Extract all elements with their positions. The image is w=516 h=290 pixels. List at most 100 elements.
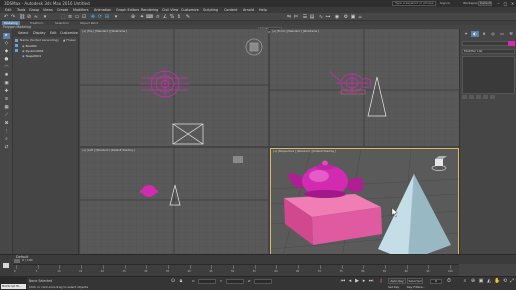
menu-create[interactable]: Create xyxy=(57,8,68,12)
z-coordinate-field[interactable] xyxy=(254,279,272,284)
hierarchy-icon[interactable]: ⋮ xyxy=(3,129,10,135)
key-filters-button[interactable]: Key Filters... xyxy=(407,285,425,289)
search-input[interactable]: Type a keyword or phrase xyxy=(392,1,436,6)
time-slider-handle[interactable] xyxy=(14,259,20,263)
viewport-left[interactable]: [+] [Left ] [Standard ] [Default Shading… xyxy=(80,148,268,254)
visibility-icon[interactable]: ◉ xyxy=(22,44,25,48)
viewport-label[interactable]: [+] [Front ] [Standard ] [Wireframe ] xyxy=(272,30,319,33)
layer-icon[interactable] xyxy=(3,263,9,268)
menu-animation[interactable]: Animation xyxy=(94,8,111,12)
modifier-list-dropdown[interactable]: Modifier List xyxy=(462,49,515,54)
reference-coordinate-icon[interactable]: ▾ xyxy=(113,14,119,20)
y-coordinate-field[interactable] xyxy=(226,279,244,284)
zoom-all-icon[interactable]: ⊕ xyxy=(470,278,476,284)
freeze-icon[interactable] xyxy=(15,44,18,47)
select-manipulate-icon[interactable]: ✦ xyxy=(139,14,145,20)
select-object-icon[interactable]: ⬚ xyxy=(60,14,66,20)
key-mode-select[interactable]: Selected xyxy=(407,278,423,284)
tab-selection[interactable]: Selection xyxy=(53,21,71,25)
viewport-label[interactable]: [+] [Top ] [Standard ] [Wireframe ] xyxy=(82,30,127,33)
layer-explorer-icon[interactable]: ☰ xyxy=(302,14,308,20)
workspace-select[interactable]: Default xyxy=(478,1,492,6)
filter-space-warps-icon[interactable]: ≋ xyxy=(3,97,10,103)
menu-arnold[interactable]: Arnold xyxy=(243,8,254,12)
zoom-icon[interactable]: ⌕ xyxy=(462,278,468,284)
configure-sets-icon[interactable] xyxy=(490,95,495,99)
menu-edit[interactable]: Edit xyxy=(5,8,12,12)
list-item[interactable]: ◉Teapot001 xyxy=(22,54,41,58)
align-icon[interactable]: ⊨ xyxy=(293,14,299,20)
bind-space-warp-icon[interactable]: ≈ xyxy=(33,14,39,20)
selection-lock-icon[interactable]: 🔒︎ xyxy=(178,278,184,284)
menu-views[interactable]: Views xyxy=(43,8,53,12)
menu-scripting[interactable]: Scripting xyxy=(203,8,218,12)
filter-geometry-icon[interactable]: ● xyxy=(3,57,10,63)
display-none-icon[interactable]: ◇ xyxy=(3,41,10,47)
viewport-label[interactable]: [+] [Perspective ] [Standard ] [Default … xyxy=(273,150,336,153)
set-key-icon[interactable]: ⚷ xyxy=(378,278,384,284)
percent-snap-icon[interactable]: % xyxy=(169,14,175,20)
material-editor-icon[interactable]: ◉ xyxy=(334,14,340,20)
show-end-result-icon[interactable] xyxy=(469,95,474,99)
go-to-start-icon[interactable]: ⏮ xyxy=(340,278,346,284)
toggle-ribbon-icon[interactable]: ▤ xyxy=(309,14,315,20)
render-setup-icon[interactable]: ⚙ xyxy=(343,14,349,20)
viewport-top[interactable]: [+] [Top ] [Standard ] [Wireframe ] xyxy=(80,29,268,146)
x-coordinate-field[interactable] xyxy=(198,279,216,284)
column-header-frozen[interactable]: ▲ Frozen xyxy=(63,38,76,42)
menu-civil-view[interactable]: Civil View xyxy=(162,8,178,12)
remove-modifier-icon[interactable] xyxy=(483,95,488,99)
sign-in-link[interactable]: Sign In xyxy=(440,1,450,5)
make-unique-icon[interactable] xyxy=(476,95,481,99)
rectangle-selection-icon[interactable]: ▭ xyxy=(74,14,80,20)
current-frame-field[interactable]: 0 xyxy=(430,279,442,284)
layer-name[interactable]: Default xyxy=(16,255,28,259)
select-tool-icon[interactable]: ▸ xyxy=(3,33,10,39)
auto-key-button[interactable]: Auto Key xyxy=(388,278,406,284)
go-to-end-icon[interactable]: ⏭ xyxy=(368,278,374,284)
modifier-stack[interactable] xyxy=(462,56,515,94)
zoom-extents-icon[interactable]: ▣ xyxy=(478,278,484,284)
scene-menu-select[interactable]: Select xyxy=(18,31,28,35)
window-crossing-icon[interactable]: ⊡ xyxy=(81,14,87,20)
column-header-name[interactable]: Name (Sorted Ascending) xyxy=(20,38,59,42)
maximize-icon[interactable]: □ xyxy=(503,1,508,6)
pivot-center-icon[interactable]: ⊕ xyxy=(130,14,136,20)
menu-graph-editors[interactable]: Graph Editors xyxy=(116,8,139,12)
edit-named-selection-icon[interactable]: ✎ xyxy=(185,14,191,20)
utilities-tab-icon[interactable]: ⚒ xyxy=(507,31,515,37)
play-icon[interactable]: ▶ xyxy=(354,278,360,284)
create-tab-icon[interactable]: ✦ xyxy=(462,31,470,37)
sync-selection-icon[interactable]: ⇄ xyxy=(3,145,10,151)
find-icon[interactable]: ⌕ xyxy=(3,137,10,143)
isolate-selection-icon[interactable]: ⊙ xyxy=(170,278,176,284)
display-tab-icon[interactable]: ▭ xyxy=(498,31,506,37)
modify-tab-icon[interactable]: ◐ xyxy=(471,31,479,37)
object-color-swatch[interactable] xyxy=(508,41,515,46)
tab-object-paint[interactable]: Object Paint xyxy=(78,21,100,25)
menu-help[interactable]: Help xyxy=(259,8,267,12)
viewport-front[interactable]: [+] [Front ] [Standard ] [Wireframe ] xyxy=(270,29,459,146)
rendered-frame-window-icon[interactable]: ▣ xyxy=(350,14,356,20)
filter-lights-icon[interactable]: ✺ xyxy=(3,73,10,79)
filter-cameras-icon[interactable]: ▣ xyxy=(3,81,10,87)
hierarchy-tab-icon[interactable]: ⋔ xyxy=(480,31,488,37)
filter-shapes-icon[interactable]: ◠ xyxy=(3,65,10,71)
visibility-icon[interactable]: ◉ xyxy=(22,49,25,53)
keyboard-shortcut-icon[interactable]: ⌨ xyxy=(146,14,153,20)
spinner-snap-icon[interactable]: ⇕ xyxy=(176,14,182,20)
scene-menu-display[interactable]: Display xyxy=(33,31,46,35)
sort-icon[interactable] xyxy=(15,39,18,42)
scene-menu-customize[interactable]: Customize xyxy=(60,31,78,35)
scene-menu-edit[interactable]: Edit xyxy=(50,31,57,35)
next-frame-icon[interactable]: ▸ xyxy=(361,278,367,284)
list-item[interactable]: ◉Pyramid001 xyxy=(22,49,44,53)
orbit-icon[interactable]: ⟲ xyxy=(502,278,508,284)
menu-customize[interactable]: Customize xyxy=(181,8,199,12)
minimize-icon[interactable]: – xyxy=(496,1,501,6)
select-by-name-icon[interactable]: ≡ xyxy=(67,14,73,20)
select-rotate-icon[interactable]: ⟳ xyxy=(97,14,103,20)
select-scale-icon[interactable]: ⊞ xyxy=(104,14,110,20)
field-of-view-icon[interactable]: ◭ xyxy=(486,278,492,284)
schematic-view-icon[interactable]: ⊶ xyxy=(325,14,331,20)
